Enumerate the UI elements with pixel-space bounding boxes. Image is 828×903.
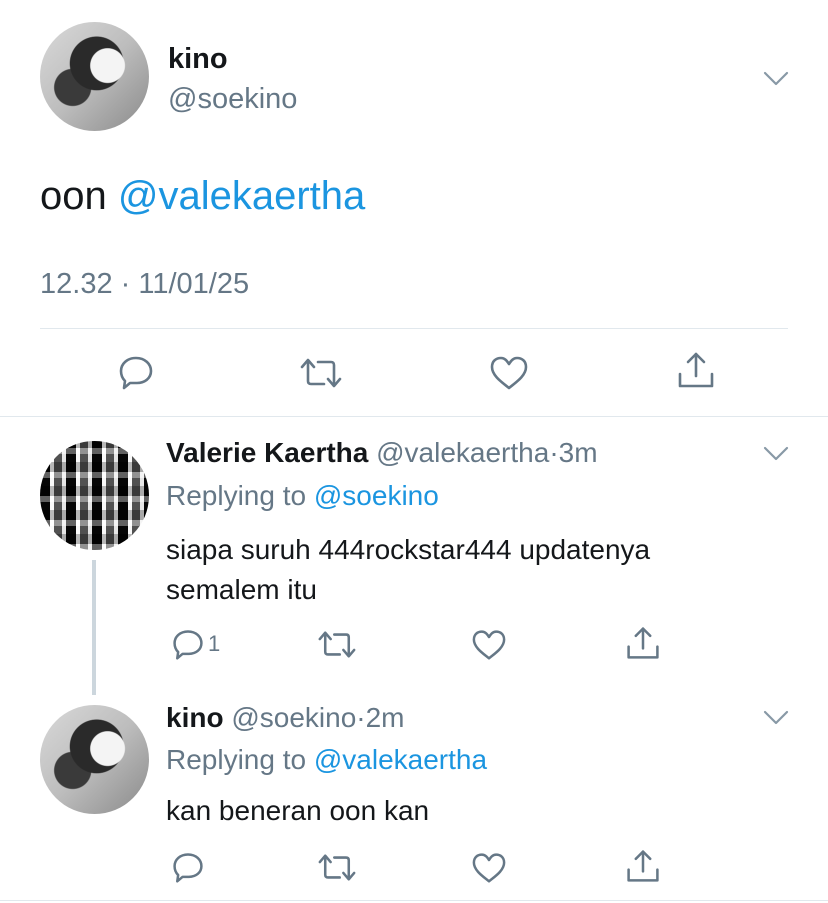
main-tweet-divider bbox=[40, 328, 788, 329]
main-author-handle[interactable]: @soekino bbox=[168, 83, 297, 116]
reply1-replying-prefix: Replying to bbox=[166, 480, 307, 511]
reply1-retweet-icon[interactable] bbox=[318, 628, 356, 661]
main-tweet-text: oon @valekaertha bbox=[40, 174, 365, 219]
reply1-author-handle[interactable]: @valekaertha bbox=[376, 437, 549, 468]
reply1-time[interactable]: 3m bbox=[559, 437, 598, 468]
reply1-author-name[interactable]: Valerie Kaertha bbox=[166, 437, 368, 468]
main-retweet-icon[interactable] bbox=[300, 355, 342, 391]
reply2-retweet-icon[interactable] bbox=[318, 851, 356, 884]
reply2-dot: · bbox=[356, 702, 366, 733]
reply1-like-icon[interactable] bbox=[471, 629, 507, 661]
reply1-text-line1: siapa suruh 444rockstar444 updatenya bbox=[166, 534, 651, 565]
reply1-reply-icon[interactable] bbox=[171, 627, 205, 661]
reply1-text-line2: semalem itu bbox=[166, 574, 317, 605]
reply1-replying-line: Replying to @soekino bbox=[166, 480, 439, 512]
reply2-reply-icon[interactable] bbox=[171, 850, 205, 884]
main-chevron-down-icon[interactable] bbox=[763, 71, 789, 87]
reply1-chevron-down-icon[interactable] bbox=[763, 446, 789, 462]
reply2-time[interactable]: 2m bbox=[366, 702, 405, 733]
section-divider bbox=[0, 416, 828, 417]
reply2-chevron-down-icon[interactable] bbox=[763, 710, 789, 726]
reply1-replying-to-link[interactable]: @soekino bbox=[314, 480, 439, 511]
main-like-icon[interactable] bbox=[489, 355, 529, 391]
thread-line bbox=[92, 560, 96, 695]
reply2-text-line1: kan beneran oon kan bbox=[166, 795, 430, 826]
reply1-reply-count: 1 bbox=[208, 631, 221, 656]
reply2-replying-line: Replying to @valekaertha bbox=[166, 744, 487, 776]
reply2-author-avatar[interactable] bbox=[40, 705, 149, 814]
reply2-author-handle[interactable]: @soekino bbox=[231, 702, 356, 733]
bottom-divider bbox=[0, 900, 828, 901]
reply2-header: kino @soekino·2m bbox=[166, 702, 405, 734]
reply1-author-avatar[interactable] bbox=[40, 441, 149, 550]
reply1-header: Valerie Kaertha @valekaertha·3m bbox=[166, 437, 598, 469]
reply1-share-icon[interactable] bbox=[625, 625, 661, 661]
main-share-icon[interactable] bbox=[676, 350, 716, 390]
reply2-share-icon[interactable] bbox=[625, 848, 661, 884]
main-tweet-plain: oon bbox=[40, 174, 107, 218]
reply2-replying-to-link[interactable]: @valekaertha bbox=[314, 744, 487, 775]
main-reply-icon[interactable] bbox=[117, 353, 155, 391]
reply2-replying-prefix: Replying to bbox=[166, 744, 307, 775]
main-author-name[interactable]: kino bbox=[168, 43, 228, 76]
main-author-avatar[interactable] bbox=[40, 22, 149, 131]
reply2-like-icon[interactable] bbox=[471, 852, 507, 884]
reply2-author-name[interactable]: kino bbox=[166, 702, 224, 733]
main-tweet-timestamp[interactable]: 12.32 · 11/01/25 bbox=[40, 268, 249, 301]
reply1-dot: · bbox=[549, 437, 559, 468]
main-tweet-mention-link[interactable]: @valekaertha bbox=[118, 174, 365, 218]
